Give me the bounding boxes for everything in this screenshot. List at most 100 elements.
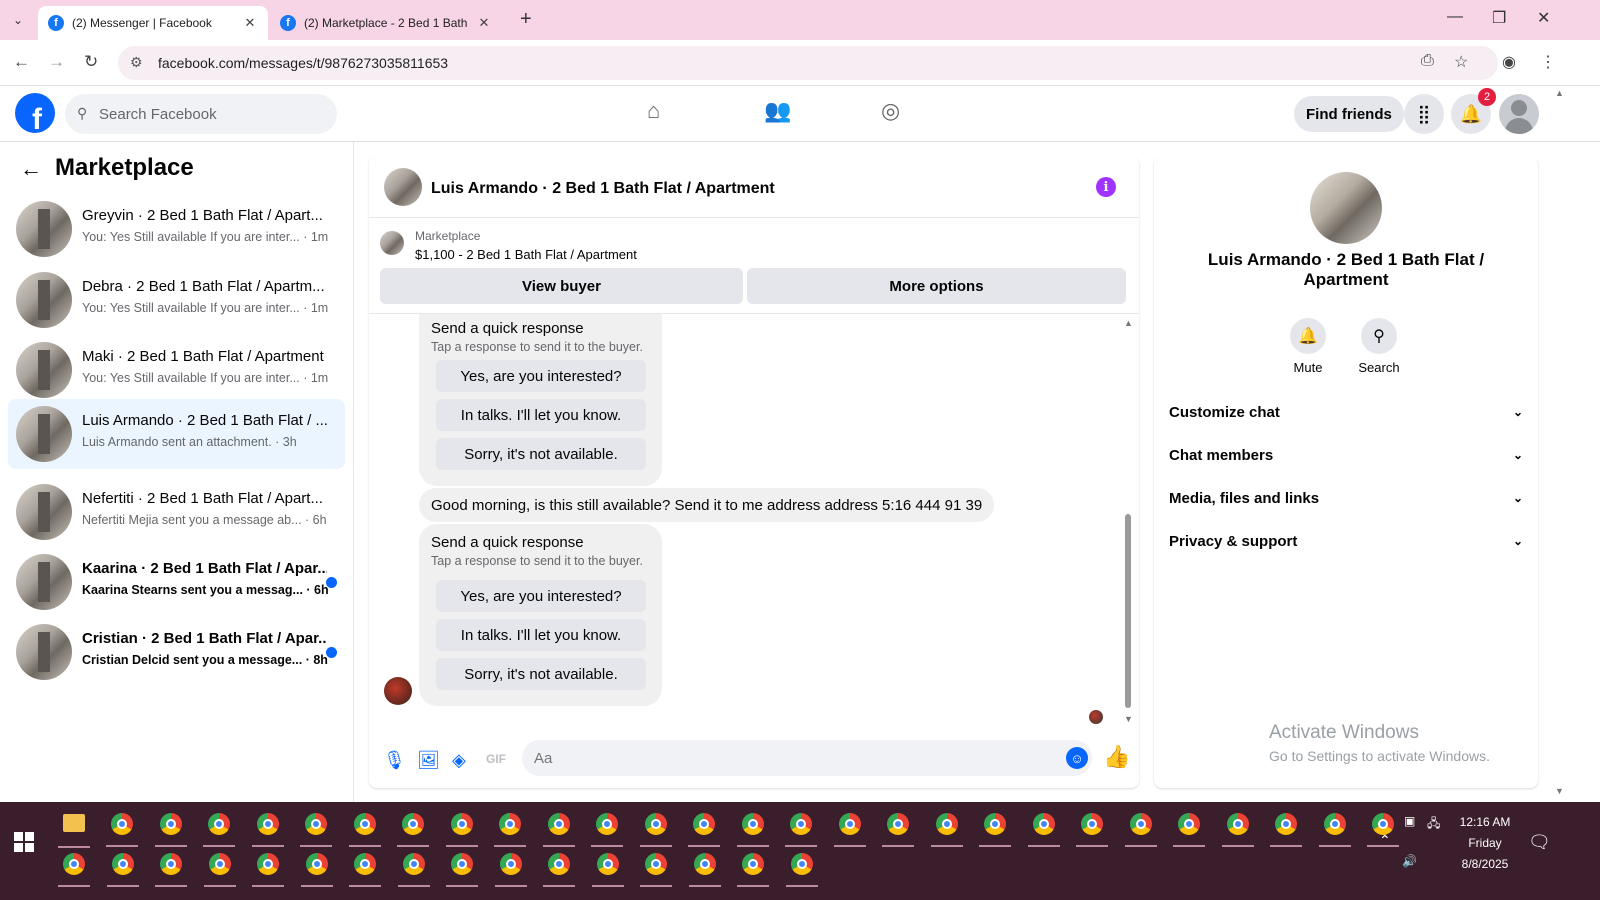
page-scroll-up-icon[interactable]: ▲ <box>1555 88 1564 98</box>
chat-title[interactable]: Luis Armando · 2 Bed 1 Bath Flat / Apart… <box>431 180 775 198</box>
chrome-window-icon[interactable] <box>596 813 618 835</box>
photo-icon[interactable]: 🖼 <box>417 750 440 771</box>
back-arrow-icon[interactable]: ← <box>20 156 42 182</box>
chrome-window-icon[interactable] <box>547 813 570 835</box>
chrome-window-icon[interactable] <box>450 813 473 835</box>
quick-response-option[interactable]: Yes, are you interested? <box>436 580 646 612</box>
forward-button[interactable]: → <box>48 52 65 72</box>
page-scroll-down-icon[interactable]: ▼ <box>1555 786 1564 796</box>
chrome-window-icon[interactable] <box>451 853 473 875</box>
quick-response-option[interactable]: Sorry, it's not available. <box>436 658 646 690</box>
conversation-info-icon[interactable]: i <box>1096 177 1116 197</box>
tab-messenger[interactable]: f (2) Messenger | Facebook ✕ <box>38 6 268 40</box>
chrome-window-icon[interactable] <box>644 813 667 835</box>
account-avatar[interactable] <box>1499 94 1539 134</box>
conversation-item[interactable]: Maki · 2 Bed 1 Bath Flat / Apartment You… <box>8 335 345 405</box>
chrome-window-icon[interactable] <box>354 853 376 875</box>
more-options-button[interactable]: More options <box>747 268 1126 304</box>
chrome-window-icon[interactable] <box>208 813 230 835</box>
chrome-window-icon[interactable] <box>887 813 909 835</box>
chrome-window-icon[interactable] <box>935 813 958 835</box>
profile-icon[interactable]: ◉ <box>1502 52 1516 72</box>
gif-icon[interactable]: GIF <box>486 752 506 766</box>
conversation-item-selected[interactable]: Luis Armando · 2 Bed 1 Bath Flat / ... L… <box>8 399 345 469</box>
friends-icon[interactable]: 👥 <box>764 98 791 124</box>
scroll-up-arrow-icon[interactable]: ▲ <box>1124 318 1133 328</box>
back-button[interactable]: ← <box>13 52 30 72</box>
tray-chevron-up-icon[interactable]: ⌃ <box>1379 832 1391 849</box>
chrome-window-icon[interactable] <box>1032 813 1055 835</box>
quick-response-option[interactable]: In talks. I'll let you know. <box>436 619 646 651</box>
thumbs-up-icon[interactable]: 👍 <box>1103 744 1130 770</box>
conversation-item[interactable]: Debra · 2 Bed 1 Bath Flat / Apartm... Yo… <box>8 265 345 335</box>
tab-close-icon[interactable]: ✕ <box>242 15 258 31</box>
sticker-icon[interactable]: ◈ <box>452 750 466 771</box>
message-input[interactable] <box>522 740 1092 776</box>
customize-chat-section[interactable]: Customize chat ⌄ <box>1169 392 1523 432</box>
chrome-window-icon[interactable] <box>741 813 764 835</box>
meet-now-icon[interactable]: ▣ <box>1404 814 1415 828</box>
chrome-window-icon[interactable] <box>1323 813 1346 835</box>
media-files-links-section[interactable]: Media, files and links ⌄ <box>1169 478 1523 518</box>
chrome-window-icon[interactable] <box>353 813 376 835</box>
chrome-window-icon[interactable] <box>402 853 425 875</box>
chrome-window-icon[interactable] <box>305 853 328 875</box>
microphone-icon[interactable]: 🎙 <box>383 750 406 771</box>
chrome-window-icon[interactable] <box>111 853 134 875</box>
quick-response-option[interactable]: In talks. I'll let you know. <box>436 399 646 431</box>
chrome-window-icon[interactable] <box>208 853 231 875</box>
chrome-window-icon[interactable] <box>1129 813 1152 835</box>
search-conversation-button[interactable]: ⚲ Search <box>1344 318 1414 375</box>
chrome-window-icon[interactable] <box>499 853 522 875</box>
conversation-item[interactable]: Greyvin · 2 Bed 1 Bath Flat / Apart... Y… <box>8 194 345 264</box>
system-clock[interactable]: 12:16 AM Friday 8/8/2025 <box>1440 812 1530 875</box>
chrome-window-icon[interactable] <box>790 813 812 835</box>
chrome-window-icon[interactable] <box>1275 813 1297 835</box>
close-window-button[interactable]: ✕ <box>1537 8 1550 28</box>
chrome-window-icon[interactable] <box>693 813 715 835</box>
chrome-window-icon[interactable] <box>257 853 279 875</box>
chrome-window-icon[interactable] <box>742 853 764 875</box>
notification-center-icon[interactable]: 🗨 <box>1528 832 1551 853</box>
privacy-support-section[interactable]: Privacy & support ⌄ <box>1169 521 1523 561</box>
sender-avatar[interactable] <box>384 677 412 705</box>
page-scrollbar[interactable]: ▲ ▼ <box>1552 86 1566 802</box>
chrome-window-icon[interactable] <box>790 853 813 875</box>
home-icon[interactable]: ⌂ <box>647 98 660 124</box>
chrome-window-icon[interactable] <box>63 853 85 875</box>
browser-menu-icon[interactable]: ⋮ <box>1540 52 1556 72</box>
scroll-down-arrow-icon[interactable]: ▼ <box>1124 714 1133 724</box>
quick-response-option[interactable]: Yes, are you interested? <box>436 360 646 392</box>
chrome-window-icon[interactable] <box>548 853 570 875</box>
emoji-icon[interactable]: ☺ <box>1066 747 1088 769</box>
scrollbar-thumb[interactable] <box>1125 514 1131 708</box>
conversation-item-unread[interactable]: Kaarina · 2 Bed 1 Bath Flat / Apar... Ka… <box>8 547 345 617</box>
chrome-window-icon[interactable] <box>838 813 861 835</box>
url-field[interactable]: ⚙ facebook.com/messages/t/98762730358116… <box>118 46 1498 80</box>
network-icon[interactable]: 🖧 <box>1427 814 1440 835</box>
chrome-window-icon[interactable] <box>111 813 133 835</box>
find-friends-button[interactable]: Find friends <box>1294 96 1404 132</box>
chrome-window-icon[interactable] <box>1178 813 1200 835</box>
chrome-window-icon[interactable] <box>160 853 182 875</box>
facebook-logo-icon[interactable]: f <box>15 93 55 133</box>
chrome-window-icon[interactable] <box>645 853 667 875</box>
tab-search-chevron-icon[interactable]: ⌄ <box>6 8 30 32</box>
tab-marketplace[interactable]: f (2) Marketplace - 2 Bed 1 Bath F ✕ <box>270 6 502 40</box>
chrome-window-icon[interactable] <box>984 813 1006 835</box>
conversation-item[interactable]: Nefertiti · 2 Bed 1 Bath Flat / Apart...… <box>8 477 345 547</box>
quick-response-option[interactable]: Sorry, it's not available. <box>436 438 646 470</box>
reload-button[interactable]: ↻ <box>84 52 98 72</box>
message-scrollbar[interactable]: ▲ ▼ <box>1122 314 1134 730</box>
file-explorer-icon[interactable] <box>63 814 85 832</box>
menu-grid-icon[interactable]: ⣿ <box>1404 94 1444 134</box>
facebook-search-input[interactable]: ⚲ Search Facebook <box>65 94 337 134</box>
minimize-button[interactable]: — <box>1447 8 1463 26</box>
windows-start-icon[interactable] <box>14 832 34 852</box>
chat-members-section[interactable]: Chat members ⌄ <box>1169 435 1523 475</box>
chrome-window-icon[interactable] <box>305 813 327 835</box>
listing-profile-image[interactable] <box>1310 172 1382 244</box>
restore-button[interactable]: ❐ <box>1492 8 1506 28</box>
chrome-window-icon[interactable] <box>693 853 716 875</box>
tab-close-icon[interactable]: ✕ <box>476 15 492 31</box>
